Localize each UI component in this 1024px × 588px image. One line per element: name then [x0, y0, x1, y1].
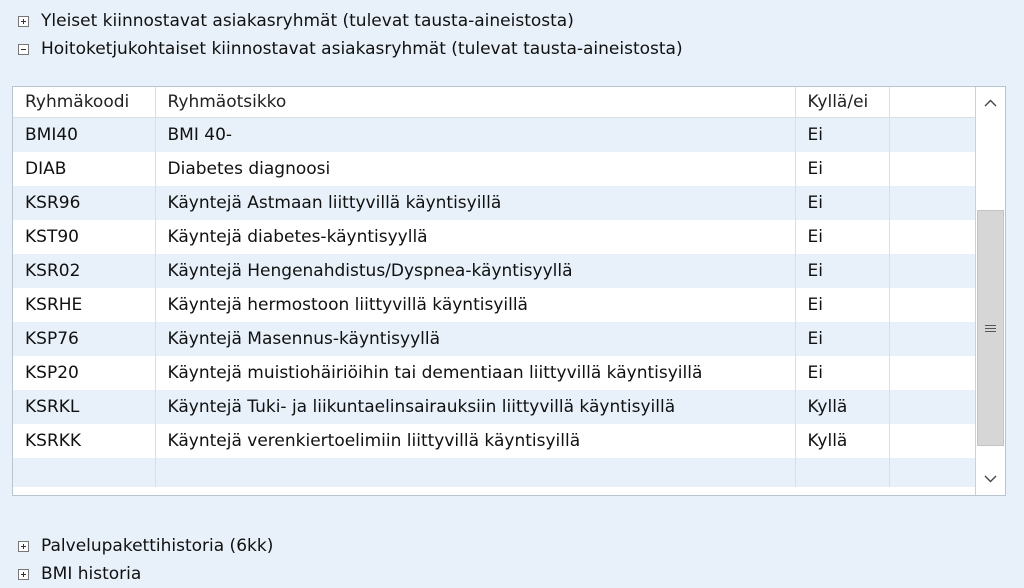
- vertical-scrollbar[interactable]: [975, 87, 1005, 495]
- cell-code: KSP20: [13, 356, 156, 390]
- section-bmi-history[interactable]: BMI historia: [18, 561, 141, 587]
- section-label: Hoitoketjukohtaiset kiinnostavat asiakas…: [41, 39, 683, 59]
- section-service-history[interactable]: Palvelupakettihistoria (6kk): [18, 533, 273, 559]
- table-row[interactable]: KSP76 Käyntejä Masennus-käyntisyyllä Ei: [13, 322, 977, 356]
- empty-row: [13, 458, 977, 487]
- table-row[interactable]: KSRKK Käyntejä verenkiertoelimiin liitty…: [13, 424, 977, 458]
- cell-empty: [155, 458, 796, 487]
- table-row[interactable]: DIAB Diabetes diagnoosi Ei: [13, 152, 977, 186]
- cell-filler: [889, 356, 977, 390]
- column-header-code[interactable]: Ryhmäkoodi: [13, 87, 156, 118]
- cell-filler: [889, 424, 977, 458]
- cell-empty: [795, 458, 890, 487]
- cell-filler: [889, 288, 977, 322]
- section-care-chain-groups[interactable]: Hoitoketjukohtaiset kiinnostavat asiakas…: [18, 36, 683, 62]
- cell-empty: [889, 458, 977, 487]
- expand-icon[interactable]: [18, 15, 29, 27]
- cell-value: Ei: [795, 356, 890, 390]
- cell-code: KSR96: [13, 186, 156, 220]
- cell-filler: [889, 152, 977, 186]
- collapse-icon[interactable]: [18, 43, 29, 55]
- cell-value: Ei: [795, 186, 890, 220]
- expand-icon[interactable]: [18, 540, 29, 552]
- section-general-groups[interactable]: Yleiset kiinnostavat asiakasryhmät (tule…: [18, 8, 574, 34]
- cell-title: Käyntejä Masennus-käyntisyyllä: [155, 322, 796, 356]
- table-row[interactable]: KSR02 Käyntejä Hengenahdistus/Dyspnea-kä…: [13, 254, 977, 288]
- grip-icon: [985, 323, 996, 334]
- cell-value: Ei: [795, 322, 890, 356]
- cell-title: Käyntejä hermostoon liittyvillä käyntisy…: [155, 288, 796, 322]
- column-header-yes-no[interactable]: Kyllä/ei: [795, 87, 890, 118]
- cell-filler: [889, 322, 977, 356]
- scroll-thumb[interactable]: [977, 210, 1004, 446]
- customer-groups-grid: Ryhmäkoodi Ryhmäotsikko Kyllä/ei BMI40 B…: [12, 86, 1006, 496]
- cell-code: KSRKL: [13, 390, 156, 424]
- cell-empty: [13, 458, 156, 487]
- table-row[interactable]: KSP20 Käyntejä muistiohäiriöihin tai dem…: [13, 356, 977, 390]
- cell-title: Diabetes diagnoosi: [155, 152, 796, 186]
- cell-title: Käyntejä Hengenahdistus/Dyspnea-käyntisy…: [155, 254, 796, 288]
- scroll-down-button[interactable]: [976, 465, 1005, 493]
- cell-title: Käyntejä muistiohäiriöihin tai dementiaa…: [155, 356, 796, 390]
- cell-title: Käyntejä Tuki- ja liikuntaelinsairauksii…: [155, 390, 796, 424]
- cell-value: Ei: [795, 220, 890, 254]
- groups-table: Ryhmäkoodi Ryhmäotsikko Kyllä/ei BMI40 B…: [13, 87, 977, 487]
- table-row[interactable]: KSRHE Käyntejä hermostoon liittyvillä kä…: [13, 288, 977, 322]
- section-label: Palvelupakettihistoria (6kk): [41, 536, 274, 556]
- cell-filler: [889, 390, 977, 424]
- cell-filler: [889, 117, 977, 152]
- cell-value: Ei: [795, 254, 890, 288]
- cell-title: BMI 40-: [155, 117, 796, 152]
- cell-code: BMI40: [13, 117, 156, 152]
- table-row[interactable]: KSR96 Käyntejä Astmaan liittyvillä käynt…: [13, 186, 977, 220]
- cell-filler: [889, 254, 977, 288]
- cell-value: Kyllä: [795, 424, 890, 458]
- cell-value: Kyllä: [795, 390, 890, 424]
- cell-title: Käyntejä diabetes-käyntisyyllä: [155, 220, 796, 254]
- cell-code: KST90: [13, 220, 156, 254]
- column-header-title[interactable]: Ryhmäotsikko: [155, 87, 796, 118]
- scroll-up-button[interactable]: [976, 89, 1005, 117]
- section-label: BMI historia: [41, 564, 142, 584]
- cell-filler: [889, 220, 977, 254]
- header-row: Ryhmäkoodi Ryhmäotsikko Kyllä/ei: [13, 87, 977, 118]
- column-header-filler: [889, 87, 977, 118]
- chevron-up-icon: [984, 99, 997, 107]
- cell-title: Käyntejä verenkiertoelimiin liittyvillä …: [155, 424, 796, 458]
- table-row[interactable]: KST90 Käyntejä diabetes-käyntisyyllä Ei: [13, 220, 977, 254]
- cell-value: Ei: [795, 117, 890, 152]
- cell-code: KSRKK: [13, 424, 156, 458]
- table-row[interactable]: BMI40 BMI 40- Ei: [13, 117, 977, 152]
- expand-icon[interactable]: [18, 568, 29, 580]
- cell-code: KSR02: [13, 254, 156, 288]
- chevron-down-icon: [984, 475, 997, 483]
- cell-value: Ei: [795, 152, 890, 186]
- table-row[interactable]: KSRKL Käyntejä Tuki- ja liikuntaelinsair…: [13, 390, 977, 424]
- cell-title: Käyntejä Astmaan liittyvillä käyntisyill…: [155, 186, 796, 220]
- cell-code: KSRHE: [13, 288, 156, 322]
- cell-filler: [889, 186, 977, 220]
- section-label: Yleiset kiinnostavat asiakasryhmät (tule…: [41, 11, 574, 31]
- cell-code: KSP76: [13, 322, 156, 356]
- cell-code: DIAB: [13, 152, 156, 186]
- cell-value: Ei: [795, 288, 890, 322]
